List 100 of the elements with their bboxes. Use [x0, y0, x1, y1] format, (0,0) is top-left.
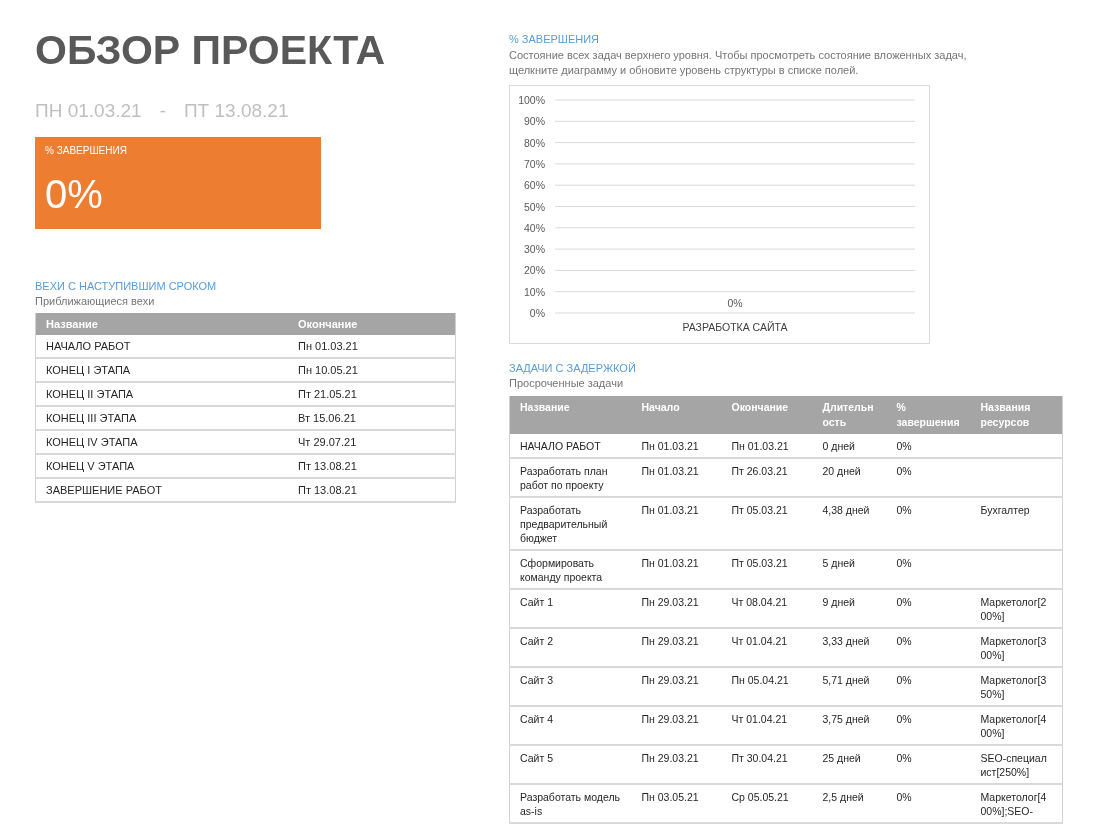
column-header: % завершения	[886, 396, 971, 434]
axis-label: 70%	[524, 157, 545, 170]
column-header: Название	[509, 396, 632, 434]
end-date: ПТ 13.08.21	[183, 100, 289, 122]
table-cell: Пн 03.05.21	[641, 791, 699, 803]
table-cell: Маркетолог[300%]	[980, 635, 1047, 661]
table-cell: 0%	[896, 635, 912, 647]
axis-label: 30%	[524, 243, 545, 256]
table-cell: Маркетолог[350%]	[980, 674, 1047, 700]
axis-label: 10%	[524, 285, 545, 298]
table-cell: 5,71 дней	[822, 674, 870, 686]
axis-label: 60%	[524, 179, 545, 192]
table-cell: Пт 05.03.21	[731, 504, 788, 516]
axis-label: 0%	[529, 307, 545, 319]
section-heading: ЗАДАЧИ С ЗАДЕРЖКОЙ	[509, 362, 637, 374]
table-cell: Чт 29.07.21	[288, 430, 456, 454]
start-date: ПН 01.03.21	[35, 100, 142, 122]
table-cell: Пн 29.03.21	[641, 752, 699, 764]
table-cell: Сайт 1	[520, 596, 553, 608]
table-cell: ЗАВЕРШЕНИЕ РАБОТ	[35, 478, 288, 502]
table-cell: Сайт 4	[520, 713, 553, 725]
table-cell: Пт 13.08.21	[288, 478, 456, 502]
axis-label: 50%	[524, 200, 545, 213]
table-cell: Сайт 2	[520, 635, 553, 647]
table-cell: 0%	[896, 791, 912, 803]
table-cell: 0%	[896, 713, 912, 725]
table-cell: 25 дней	[822, 752, 861, 764]
table-cell: 9 дней	[822, 596, 855, 608]
table-cell: НАЧАЛО РАБОТ	[35, 335, 288, 358]
axis-label: 100%	[518, 94, 545, 106]
table-cell: Пт 05.03.21	[731, 557, 788, 569]
axis-label: 90%	[524, 115, 545, 128]
table-cell: Разработать модель as-is	[520, 791, 621, 817]
table-cell: Пт 26.03.21	[731, 465, 788, 477]
table-cell: Пн 05.04.21	[731, 674, 789, 686]
table-cell: КОНЕЦ II ЭТАПА	[35, 382, 288, 406]
column-header: Начало	[631, 396, 722, 434]
completion-value: 0%	[45, 172, 103, 216]
table-cell: 0%	[896, 504, 912, 516]
table-cell: Пн 29.03.21	[641, 635, 699, 647]
column-header: Название	[35, 313, 288, 335]
table-cell: Сайт 5	[520, 752, 553, 764]
section-subtitle: Просроченные задачи	[509, 377, 625, 389]
table-cell: Пт 30.04.21	[731, 752, 788, 764]
table-cell: Пн 29.03.21	[641, 713, 699, 725]
table-cell: Пт 21.05.21	[288, 382, 456, 406]
table-cell: 4,38 дней	[822, 504, 870, 516]
column-header: Названия ресурсов	[970, 396, 1063, 434]
table-cell: Пн 01.03.21	[288, 335, 456, 358]
table-cell: Сайт 3	[520, 674, 553, 686]
table-cell: 0%	[896, 674, 912, 686]
table-cell: 0%	[896, 596, 912, 608]
table-cell: Пн 01.03.21	[641, 440, 699, 452]
table-cell: Пн 01.03.21	[641, 557, 699, 569]
table-cell: Чт 08.04.21	[731, 596, 788, 608]
table-cell: Разработать план работ по проекту	[520, 465, 608, 491]
date-separator: -	[159, 100, 166, 122]
table-cell: Бухгалтер	[980, 504, 1030, 516]
table-cell: Пн 29.03.21	[641, 674, 699, 686]
table-cell: 0%	[896, 557, 912, 569]
table-cell: Чт 01.04.21	[731, 713, 788, 725]
chart-description: Состояние всех задач верхнего уровня. Чтобы просмотреть состояние вложенных задач, щелкните диаграмму и обновите уровень структуры в списке полей.	[509, 48, 968, 78]
table-cell: 0%	[896, 752, 912, 764]
table-cell: Сформировать команду проекта	[520, 557, 603, 583]
table-cell: Пн 01.03.21	[731, 440, 789, 452]
table-cell: Маркетолог[200%]	[980, 596, 1047, 622]
table-cell: 3,75 дней	[822, 713, 870, 725]
section-heading: % ЗАВЕРШЕНИЯ	[509, 33, 601, 45]
table-cell: Чт 01.04.21	[731, 635, 788, 647]
card-label: % ЗАВЕРШЕНИЯ	[45, 145, 128, 156]
table-cell: Пн 10.05.21	[288, 358, 456, 382]
table-cell: 20 дней	[822, 465, 861, 477]
table-cell: 5 дней	[822, 557, 855, 569]
table-cell: Разработать предварительный бюджет	[520, 504, 608, 544]
table-cell: 0%	[896, 440, 912, 452]
table-cell: Ср 05.05.21	[731, 791, 789, 803]
category-label: РАЗРАБОТКА САЙТА	[682, 321, 788, 333]
table-cell: Маркетолог[400%]	[980, 713, 1047, 739]
page-title: ОБЗОР ПРОЕКТА	[35, 28, 387, 72]
column-header: Длительность	[812, 396, 887, 434]
axis-label: 40%	[524, 221, 545, 234]
table-cell: Пн 01.03.21	[641, 465, 699, 477]
table-cell: КОНЕЦ IV ЭТАПА	[35, 430, 288, 454]
axis-label: 20%	[524, 264, 545, 277]
table-cell: 2,5 дней	[822, 791, 864, 803]
table-cell: НАЧАЛО РАБОТ	[520, 440, 601, 452]
section-subtitle: Приближающиеся вехи	[35, 295, 156, 307]
axis-label: 80%	[524, 136, 545, 149]
data-label: 0%	[727, 297, 743, 309]
table-cell: КОНЕЦ I ЭТАПА	[35, 358, 288, 382]
table-cell: Пн 01.03.21	[641, 504, 699, 516]
table-cell: Пт 13.08.21	[288, 454, 456, 478]
table-cell: 3,33 дней	[822, 635, 870, 647]
table-cell: Пн 29.03.21	[641, 596, 699, 608]
table-cell: 0 дней	[822, 440, 855, 452]
table-cell: 0%	[896, 465, 912, 477]
column-header: Окончание	[288, 313, 456, 335]
table-cell: КОНЕЦ III ЭТАПА	[35, 406, 288, 430]
table-cell: Маркетолог[400%];SEO-	[980, 791, 1047, 817]
table-cell: SEO-специалист[250%]	[980, 752, 1047, 778]
